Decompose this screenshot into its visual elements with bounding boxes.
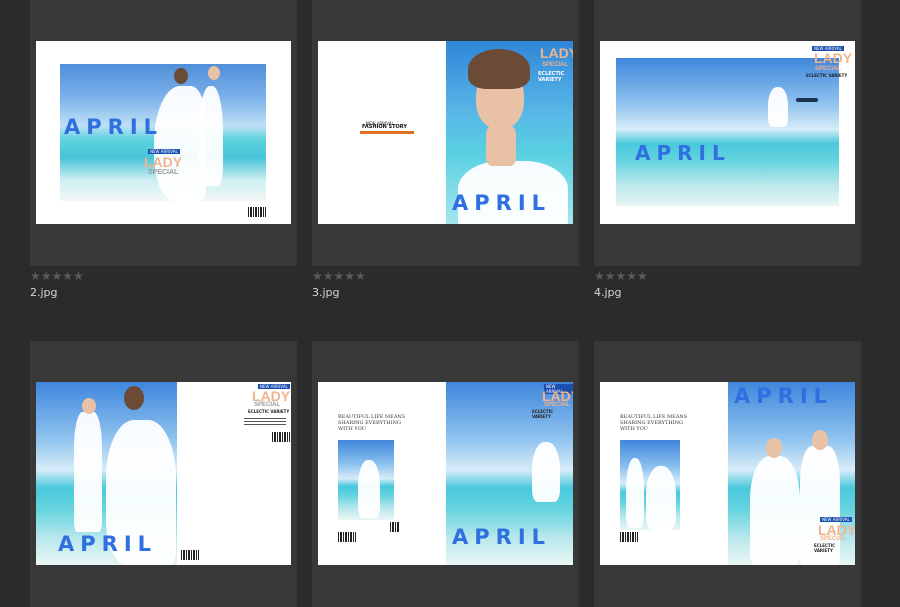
cover-subtitle-2: SPECIAL — [820, 536, 847, 542]
thumbnail-image[interactable]: NEW ARRIVAL FASHION STORY LADY SPECIAL E… — [318, 41, 573, 224]
bride-head — [124, 386, 144, 410]
file-name: 2.jpg — [30, 286, 58, 299]
groom-figure-small — [626, 458, 644, 528]
cover-extra: ECLECTIC VARIETY — [814, 543, 836, 553]
barcode-2 — [181, 550, 199, 560]
photo — [616, 58, 839, 206]
cover-subtitle-2: SPECIAL — [148, 169, 179, 176]
cover-title: APRIL — [734, 384, 834, 408]
thumbnail-card[interactable]: NEW ARRIVAL LADY SPECIAL ECLECTIC VARIET… — [594, 0, 861, 299]
thumbnail-card[interactable]: NEW ARRIVAL FASHION STORY LADY SPECIAL E… — [312, 0, 579, 299]
cover-subtitle-2: SPECIAL — [254, 402, 281, 408]
groom-figure — [74, 412, 102, 532]
rating-stars[interactable]: ★★★★★ — [594, 269, 648, 283]
file-name: 4.jpg — [594, 286, 622, 299]
cover-title: APRIL — [635, 141, 731, 165]
couple-figure — [768, 87, 788, 127]
thumbnail-card[interactable]: APRIL NEW ARRIVAL LADY SPECIAL ★★★★★ 2.j… — [30, 0, 297, 299]
thumbnail-image[interactable]: BEAUTIFUL LIFE MEANS SHARING EVERYTHING … — [318, 382, 573, 565]
groom-head — [208, 66, 220, 80]
groom-figure — [199, 86, 223, 186]
left-title: BEAUTIFUL LIFE MEANS SHARING EVERYTHING … — [338, 414, 406, 432]
cover-title: APRIL — [64, 115, 164, 139]
thumbnail-image[interactable]: BEAUTIFUL LIFE MEANS SHARING EVERYTHING … — [600, 382, 855, 565]
bride-figure-small — [646, 466, 676, 530]
cover-subtitle-2: SPECIAL — [815, 66, 842, 72]
couple-figure-small — [358, 460, 380, 518]
cover-subtitle: LADY — [814, 50, 853, 66]
cover-extra: ECLECTIC VARIETY — [532, 409, 554, 419]
cover-title: APRIL — [452, 525, 552, 549]
cover-subtitle-2: SPECIAL — [542, 62, 569, 68]
cover-extra: ECLECTIC VARIETY — [538, 71, 565, 83]
rating-stars[interactable]: ★★★★★ — [30, 269, 84, 283]
cover-subtitle-2: SPECIAL — [544, 402, 571, 408]
left-title: BEAUTIFUL LIFE MEANS SHARING EVERYTHING … — [620, 414, 688, 432]
boat — [796, 98, 818, 102]
thumbnail-image[interactable]: APRIL NEW ARRIVAL LADY SPECIAL — [36, 41, 291, 224]
bride-figure — [750, 456, 800, 565]
barcode-2 — [390, 522, 400, 532]
cover-subtitle: LADY — [144, 154, 183, 170]
barcode — [248, 207, 266, 217]
orange-bar — [360, 131, 414, 134]
thumbnail-image[interactable]: NEW ARRIVAL LADY SPECIAL ECLECTIC VARIET… — [600, 41, 855, 224]
cover-subtitle: LADY — [540, 45, 573, 61]
rating-stars[interactable]: ★★★★★ — [312, 269, 366, 283]
text-lines — [244, 418, 286, 427]
thumbnail-card[interactable]: BEAUTIFUL LIFE MEANS SHARING EVERYTHING … — [594, 341, 861, 607]
thumbnail-image[interactable]: APRIL NEW ARRIVAL LADY SPECIAL ECLECTIC … — [36, 382, 291, 565]
couple-figure — [532, 442, 560, 502]
bride-head — [174, 68, 188, 84]
woman-hair — [468, 49, 530, 89]
groom-head — [812, 430, 828, 450]
cover-title: APRIL — [58, 532, 158, 556]
cover-title: APRIL — [452, 191, 552, 215]
thumbnail-card[interactable]: BEAUTIFUL LIFE MEANS SHARING EVERYTHING … — [312, 341, 579, 607]
left-title: FASHION STORY — [362, 124, 407, 130]
cover-extra: ECLECTIC VARIETY — [806, 73, 848, 78]
bride-head — [766, 438, 782, 458]
cover-extra: ECLECTIC VARIETY — [248, 409, 290, 414]
file-name: 3.jpg — [312, 286, 340, 299]
barcode — [620, 532, 638, 542]
groom-head — [82, 398, 96, 414]
barcode — [272, 432, 290, 442]
woman-neck — [486, 126, 516, 166]
thumbnail-card[interactable]: APRIL NEW ARRIVAL LADY SPECIAL ECLECTIC … — [30, 341, 297, 607]
barcode — [338, 532, 356, 542]
